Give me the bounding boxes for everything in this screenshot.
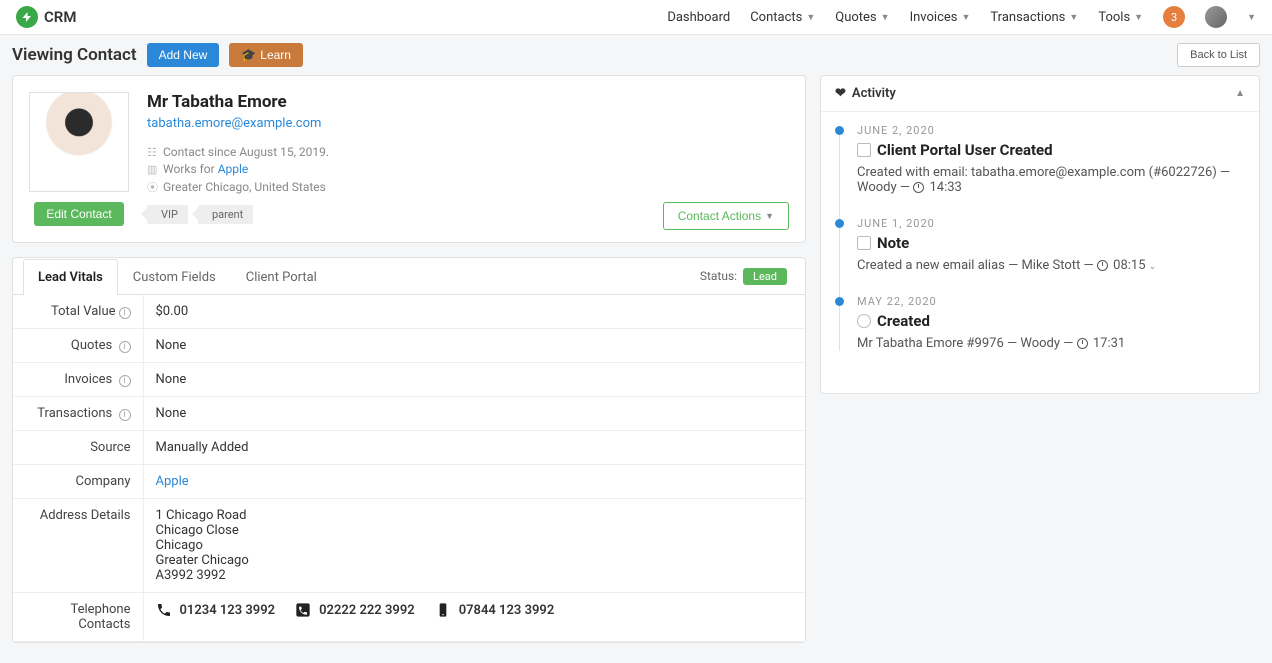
contact-location: ⦿Greater Chicago, United States (147, 179, 329, 195)
phone-icon (156, 602, 172, 618)
nav-tools[interactable]: Tools▼ (1098, 10, 1143, 25)
status-label: Status: (700, 269, 737, 283)
timeline-dot-icon (835, 219, 844, 228)
transactions-value: None (143, 397, 805, 431)
chevron-down-icon: ▼ (765, 211, 774, 221)
collapse-icon[interactable]: ▲ (1235, 88, 1245, 99)
heartbeat-icon: ❤ (835, 86, 846, 101)
chevron-down-icon: ▼ (806, 12, 815, 23)
edit-contact-button[interactable]: Edit Contact (34, 202, 123, 226)
nav-quotes[interactable]: Quotes▼ (835, 10, 889, 25)
user-avatar[interactable] (1205, 6, 1227, 28)
chevron-down-icon: ▼ (881, 12, 890, 23)
timeline-dot-icon (835, 297, 844, 306)
chevron-down-icon: ▼ (1069, 12, 1078, 23)
plus-circle-icon (857, 314, 871, 328)
notification-badge[interactable]: 3 (1163, 6, 1185, 28)
nav-transactions[interactable]: Transactions▼ (990, 10, 1078, 25)
nav-dashboard[interactable]: Dashboard (667, 10, 730, 25)
contact-works-for: ▥Works for Apple (147, 162, 329, 176)
info-icon[interactable]: i (119, 409, 131, 421)
subheader: Viewing Contact Add New 🎓Learn Back to L… (0, 35, 1272, 75)
lead-vitals-card: Lead Vitals Custom Fields Client Portal … (12, 257, 806, 643)
clock-icon (1097, 260, 1108, 271)
phone-home[interactable]: 01234 123 3992 (156, 602, 276, 618)
total-value: $0.00 (143, 295, 805, 329)
nav-contacts[interactable]: Contacts▼ (750, 10, 815, 25)
tag-vip[interactable]: VIP (147, 205, 188, 224)
phone-square-icon (295, 602, 311, 618)
phone-work[interactable]: 02222 222 3992 (295, 602, 415, 618)
info-icon[interactable]: i (119, 341, 131, 353)
pin-icon: ⦿ (147, 179, 159, 195)
source-value: Manually Added (143, 431, 805, 465)
phone-mobile[interactable]: 07844 123 3992 (435, 602, 555, 618)
page-title: Viewing Contact (12, 45, 137, 65)
status-badge: Lead (743, 268, 787, 285)
brand-logo[interactable]: CRM (16, 6, 76, 28)
activity-card: ❤ Activity ▲ June 2, 2020 Client Portal … (820, 75, 1260, 394)
info-icon[interactable]: i (119, 307, 131, 319)
brand-text: CRM (44, 8, 76, 26)
contact-card: Edit Contact Mr Tabatha Emore tabatha.em… (12, 75, 806, 243)
clock-icon (1077, 338, 1088, 349)
info-icon[interactable]: i (119, 375, 131, 387)
chevron-down-icon: ▼ (961, 12, 970, 23)
timeline-dot-icon (835, 126, 844, 135)
activity-item: May 22, 2020 Created Mr Tabatha Emore #9… (857, 295, 1245, 351)
quotes-value: None (143, 329, 805, 363)
note-icon (857, 236, 871, 250)
address-value: 1 Chicago Road Chicago Close Chicago Gre… (143, 499, 805, 593)
activity-item: June 2, 2020 Client Portal User Created … (857, 124, 1245, 195)
contact-actions-button[interactable]: Contact Actions ▼ (663, 202, 789, 230)
add-new-button[interactable]: Add New (147, 43, 220, 67)
bolt-icon (16, 6, 38, 28)
mobile-icon (435, 602, 451, 618)
topbar: CRM Dashboard Contacts▼ Quotes▼ Invoices… (0, 0, 1272, 35)
graduation-icon: 🎓 (241, 48, 256, 62)
activity-title: Activity (852, 86, 896, 101)
contact-email-link[interactable]: tabatha.emore@example.com (147, 116, 321, 131)
invoices-value: None (143, 363, 805, 397)
chevron-down-icon[interactable]: ▼ (1247, 12, 1256, 23)
back-to-list-button[interactable]: Back to List (1177, 43, 1260, 67)
building-icon: ▥ (147, 163, 159, 176)
chevron-down-icon[interactable]: ⌄ (1149, 262, 1157, 272)
chevron-down-icon: ▼ (1134, 12, 1143, 23)
calendar-icon: ☷ (147, 146, 159, 159)
contact-since: ☷Contact since August 15, 2019. (147, 145, 329, 159)
tag-parent[interactable]: parent (198, 205, 253, 224)
contact-name: Mr Tabatha Emore (147, 92, 329, 112)
main-nav: Dashboard Contacts▼ Quotes▼ Invoices▼ Tr… (667, 6, 1256, 28)
learn-button[interactable]: 🎓Learn (229, 43, 303, 67)
clock-icon (913, 182, 924, 193)
tab-lead-vitals[interactable]: Lead Vitals (23, 259, 118, 295)
contact-avatar (29, 92, 129, 192)
id-card-icon (857, 143, 871, 157)
nav-invoices[interactable]: Invoices▼ (910, 10, 971, 25)
activity-item: June 1, 2020 Note Created a new email al… (857, 217, 1245, 273)
company-link[interactable]: Apple (218, 162, 249, 176)
vitals-table: Total Valuei$0.00 Quotes iNone Invoices … (13, 295, 805, 642)
tab-client-portal[interactable]: Client Portal (231, 259, 332, 295)
company-link[interactable]: Apple (156, 474, 189, 489)
tab-custom-fields[interactable]: Custom Fields (118, 259, 231, 295)
